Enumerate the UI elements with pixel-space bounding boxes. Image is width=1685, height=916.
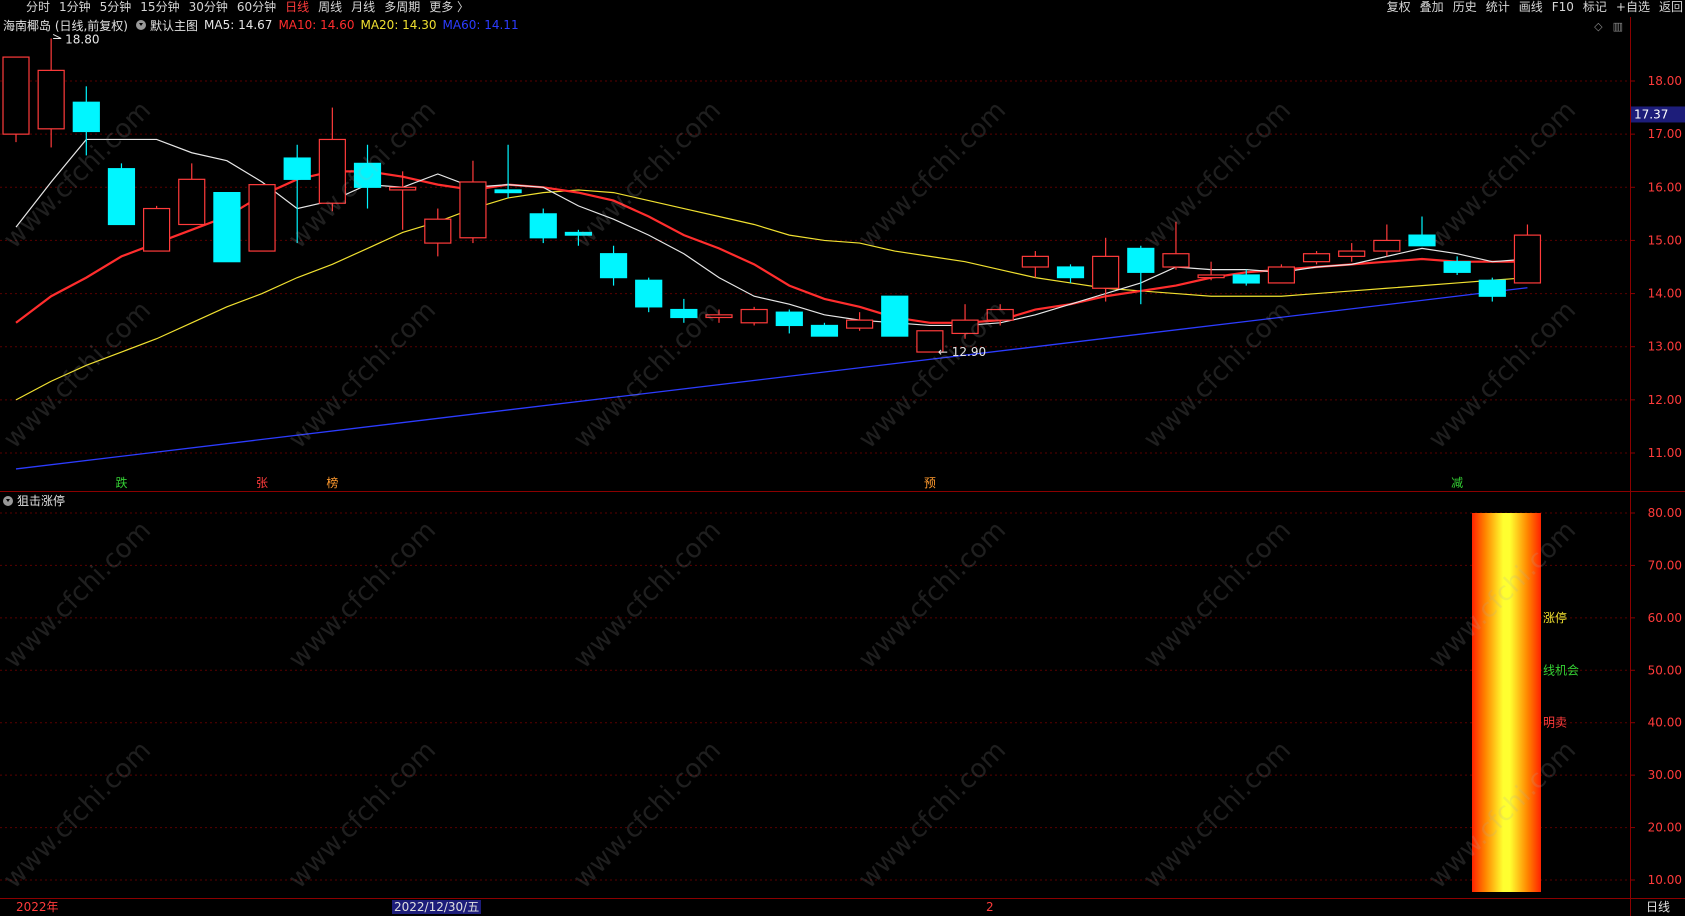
candle-body[interactable] xyxy=(1373,239,1401,252)
candle-body[interactable] xyxy=(353,162,382,188)
candle-body[interactable] xyxy=(1478,279,1506,297)
kline-chart[interactable]: 18.00 17.00 16.00 15.00 14.00 13.00 12.00 11.00… xyxy=(0,0,1685,916)
high-arrow xyxy=(52,34,62,39)
price-tick-label: 14.00 xyxy=(1648,287,1682,301)
indicator-tick-label: 80.00 xyxy=(1648,506,1682,520)
indicator-tick-label: 40.00 xyxy=(1648,716,1682,730)
candle-body[interactable] xyxy=(705,314,733,319)
candle-body[interactable] xyxy=(1408,234,1436,247)
candle-body[interactable] xyxy=(881,295,909,337)
footer-period[interactable]: 日线 xyxy=(1646,900,1670,914)
indicator-legend-label: 明卖 xyxy=(1543,716,1567,730)
candle-body[interactable] xyxy=(107,168,136,226)
candle-body[interactable] xyxy=(1127,247,1155,273)
price-tick-label: 17.00 xyxy=(1648,127,1682,141)
candle-body[interactable] xyxy=(37,69,65,130)
signal-label: 预 xyxy=(924,476,936,490)
indicator-tick-label: 30.00 xyxy=(1648,768,1682,782)
ma5-line xyxy=(15,138,1528,327)
candle-body[interactable] xyxy=(178,178,206,226)
candle-body[interactable] xyxy=(564,231,593,236)
candle-body[interactable] xyxy=(599,253,628,279)
indicator-tick-label: 60.00 xyxy=(1648,611,1682,625)
candle-body[interactable] xyxy=(529,213,557,239)
signal-label: 张 xyxy=(256,476,268,490)
candle-body[interactable] xyxy=(213,192,241,263)
candle-body[interactable] xyxy=(1338,250,1366,257)
indicator-tick-label: 20.00 xyxy=(1648,821,1682,835)
price-tick-label: 12.00 xyxy=(1648,393,1682,407)
candle-body[interactable] xyxy=(670,308,698,319)
candle-body[interactable] xyxy=(986,308,1014,321)
indicator-header: 狙击涨停 xyxy=(3,492,65,509)
candle-body[interactable] xyxy=(2,56,30,135)
candle-body[interactable] xyxy=(810,324,839,337)
candle-body[interactable] xyxy=(635,279,663,308)
footer-date: 2022/12/30/五 xyxy=(392,900,482,914)
indicator-legend-label: 线机会 xyxy=(1543,663,1579,677)
candle-body[interactable] xyxy=(389,186,417,191)
footer-marker: 2 xyxy=(986,900,994,914)
indicator-tick-label: 10.00 xyxy=(1648,873,1682,887)
indicator-tick-label: 50.00 xyxy=(1648,663,1682,677)
price-tick-label: 15.00 xyxy=(1648,233,1682,247)
price-tick-label: 16.00 xyxy=(1648,180,1682,194)
indicator-dropdown-icon[interactable] xyxy=(3,495,13,506)
candle-body[interactable] xyxy=(1513,234,1542,284)
price-tick-label: 11.00 xyxy=(1648,446,1682,460)
candle-body[interactable] xyxy=(775,311,803,327)
candle-body[interactable] xyxy=(424,218,452,244)
high-price-label: 18.80 xyxy=(65,32,99,46)
signal-label: 跌 xyxy=(115,475,127,490)
candle-body[interactable] xyxy=(845,319,874,329)
price-tick-label: 13.00 xyxy=(1648,340,1682,354)
candle-body[interactable] xyxy=(951,319,979,335)
candle-body[interactable] xyxy=(72,101,100,133)
low-price-label: ← 12.90 xyxy=(938,345,986,359)
signal-label: 减 xyxy=(1451,476,1463,490)
candle-body[interactable] xyxy=(494,189,522,194)
candle-body[interactable] xyxy=(1021,255,1049,268)
candle-body[interactable] xyxy=(143,207,171,252)
indicator-title[interactable]: 狙击涨停 xyxy=(17,492,65,509)
candle-body[interactable] xyxy=(1162,253,1190,268)
current-price-label: 17.37 xyxy=(1634,107,1668,121)
footer-year: 2022年 xyxy=(16,900,59,914)
candle-body[interactable] xyxy=(248,184,276,252)
signal-bar[interactable] xyxy=(1472,513,1541,892)
candle-body[interactable] xyxy=(459,181,487,239)
candle-body[interactable] xyxy=(1232,274,1260,284)
ma20-line xyxy=(15,189,1528,401)
candle-body[interactable] xyxy=(1267,266,1296,284)
candle-body[interactable] xyxy=(1443,261,1471,273)
ma60-line xyxy=(15,287,1528,470)
indicator-legend-label: 涨停 xyxy=(1543,610,1567,625)
indicator-tick-label: 70.00 xyxy=(1648,558,1682,572)
candle-body[interactable] xyxy=(1302,253,1331,263)
candle-body[interactable] xyxy=(318,138,346,204)
candle-body[interactable] xyxy=(740,308,768,324)
candle-body[interactable] xyxy=(283,157,311,180)
signal-label: 榜 xyxy=(326,475,338,490)
candle-body[interactable] xyxy=(1056,266,1085,279)
candle-body[interactable] xyxy=(1092,255,1120,289)
candle-body[interactable] xyxy=(1197,274,1225,279)
price-tick-label: 18.00 xyxy=(1648,74,1682,88)
